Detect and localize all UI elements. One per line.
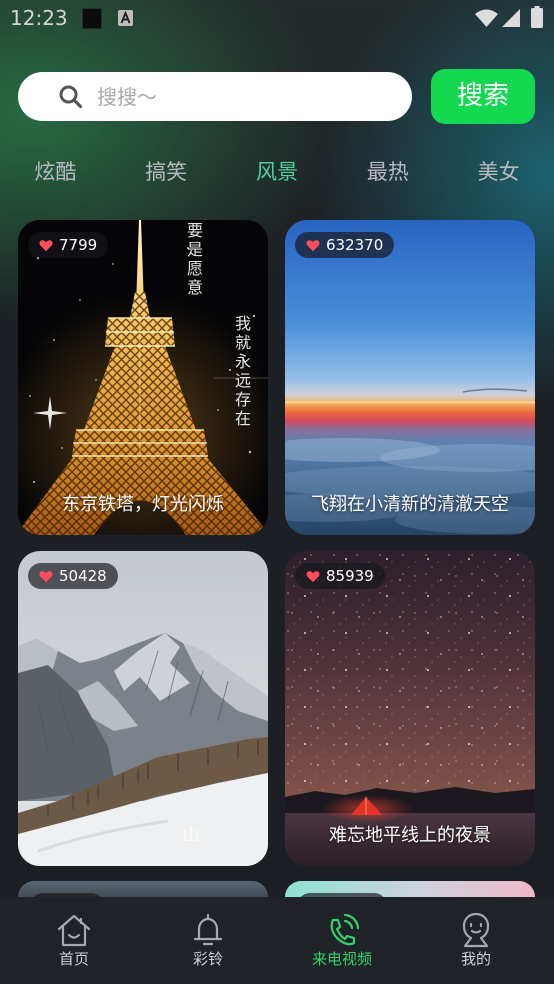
heart-icon: [39, 239, 53, 251]
battery-icon: [531, 6, 543, 28]
signal-icon: [502, 9, 520, 27]
video-card[interactable]: 632370 飞翔在小清新的清澈天空: [285, 220, 535, 535]
bell-icon: [193, 913, 223, 946]
video-card[interactable]: [18, 881, 268, 897]
card-image: [285, 551, 535, 866]
tab-beauty[interactable]: 美女: [443, 157, 554, 187]
video-card[interactable]: [285, 881, 535, 897]
card-image: [18, 551, 268, 866]
nav-item-call-video[interactable]: 来电视频: [275, 897, 409, 984]
nav-item-ringtone[interactable]: 彩铃: [141, 897, 275, 984]
tab-hottest[interactable]: 最热: [332, 157, 443, 187]
nav-label: 首页: [58, 950, 89, 968]
like-badge: 50428: [28, 563, 118, 589]
image-overlay-text: 我就永远存在: [232, 315, 251, 429]
tab-scenery[interactable]: 风景: [222, 157, 333, 187]
like-count: 85939: [326, 567, 374, 585]
card-image: [18, 220, 268, 535]
tab-cool[interactable]: 炫酷: [0, 157, 111, 187]
like-count: 632370: [326, 236, 384, 254]
tab-funny[interactable]: 搞笑: [111, 157, 222, 187]
home-icon: [57, 914, 91, 947]
card-caption: 难忘地平线上的夜景: [329, 825, 491, 846]
a-icon: [118, 10, 133, 26]
like-badge: 632370: [295, 232, 395, 258]
heart-icon: [306, 239, 320, 251]
video-card[interactable]: 50428 山: [18, 551, 268, 866]
like-count: 7799: [59, 236, 98, 254]
nav-item-home[interactable]: 首页: [7, 897, 141, 984]
nav-label: 来电视频: [311, 950, 372, 968]
category-tabs: 炫酷 搞笑 风景 最热 美女: [0, 157, 554, 187]
video-card[interactable]: 要是愿意 我就永远存在 7799 东京铁塔，灯光闪烁: [18, 220, 268, 535]
search-input[interactable]: [97, 72, 397, 121]
heart-icon: [39, 570, 53, 582]
phone-call-icon: [330, 913, 360, 946]
card-caption: 飞翔在小清新的清澈天空: [311, 494, 509, 515]
video-card[interactable]: 85939 难忘地平线上的夜景: [285, 551, 535, 866]
like-badge: 7799: [28, 232, 109, 258]
card-caption: 山: [182, 825, 200, 846]
search-button[interactable]: 搜索: [431, 69, 535, 124]
bottom-nav: 首页 彩铃 来电视频 我的: [0, 897, 554, 984]
search-icon[interactable]: [58, 84, 83, 109]
nav-label: 彩铃: [192, 950, 223, 968]
search-bar[interactable]: [18, 72, 412, 121]
user-icon: [462, 912, 490, 948]
card-image: [285, 220, 535, 535]
wifi-icon: [475, 9, 498, 27]
card-caption: 东京铁塔，灯光闪烁: [62, 494, 224, 515]
image-overlay-text: 要是愿意: [184, 222, 203, 298]
heart-icon: [306, 570, 320, 582]
nav-label: 我的: [460, 950, 491, 968]
like-count: 50428: [59, 567, 107, 585]
square-icon: [82, 8, 102, 29]
status-time: 12:23: [10, 6, 68, 30]
nav-item-profile[interactable]: 我的: [409, 897, 543, 984]
like-badge: 85939: [295, 563, 385, 589]
